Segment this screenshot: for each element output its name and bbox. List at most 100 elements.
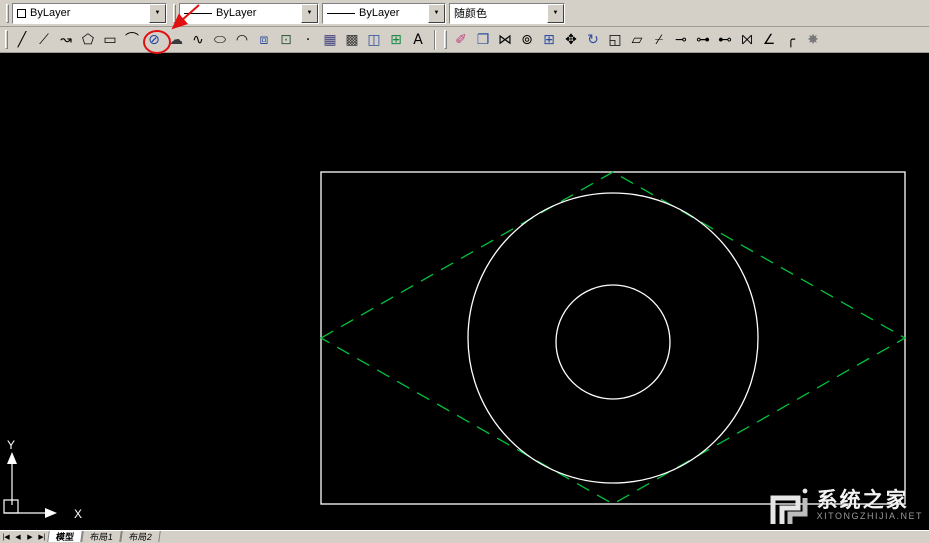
color-dropdown-arrow-icon[interactable]: ▼	[149, 3, 166, 23]
rotate-icon: ↻	[587, 31, 599, 48]
move-tool-button[interactable]: ✥	[560, 29, 582, 51]
table-icon: ⊞	[390, 31, 402, 48]
revision-cloud-icon: ☁	[169, 31, 183, 48]
watermark-subtitle: XITONGZHIJIA.NET	[816, 510, 923, 521]
ellipse-icon: ⬭	[214, 31, 226, 48]
color-control[interactable]: ByLayer ▼	[12, 2, 167, 24]
insert-block-tool-button[interactable]: ⧈	[253, 29, 275, 51]
table-tool-button[interactable]: ⊞	[385, 29, 407, 51]
circle-tool-button[interactable]: ⊘	[143, 29, 165, 51]
lineweight-control-value: ByLayer	[359, 7, 400, 19]
drawn-rectangle[interactable]	[320, 171, 906, 505]
scale-tool-button[interactable]: ◱	[604, 29, 626, 51]
modify-toolbar: ✐ ❐ ⋈ ⊚ ⊞ ✥ ↻ ◱ ▱ ⌿ ⊸ ⊶ ⊷ ⨝ ∠ ╭ ✸	[450, 29, 824, 51]
erase-icon: ✐	[455, 31, 467, 48]
watermark-title: 系统之家	[816, 488, 909, 512]
layout-tabbar: |◀ ◀ ▶ ▶| 模型 布局1 布局2	[0, 530, 929, 542]
toolbar-grip[interactable]	[5, 30, 8, 49]
make-block-tool-button[interactable]: ⊡	[275, 29, 297, 51]
construction-line-tool-button[interactable]: ⟋	[33, 29, 55, 51]
stretch-tool-button[interactable]: ▱	[626, 29, 648, 51]
ucs-icon: Y X	[3, 438, 82, 521]
drawn-outer-circle[interactable]	[467, 192, 759, 484]
copy-tool-button[interactable]: ❐	[472, 29, 494, 51]
arc-tool-button[interactable]: ⌒	[121, 29, 143, 51]
extend-icon: ⊸	[675, 31, 687, 48]
ellipse-arc-icon: ◠	[235, 31, 249, 48]
gradient-tool-button[interactable]: ▩	[341, 29, 363, 51]
lineweight-sample-icon	[327, 12, 355, 14]
plot-style-control[interactable]: 随颜色 ▼	[449, 2, 565, 24]
point-icon: ·	[305, 31, 311, 48]
chamfer-icon: ∠	[762, 31, 776, 48]
circle-icon: ⊘	[148, 31, 160, 48]
explode-icon: ✸	[807, 31, 819, 48]
tool-toolbars: ╱ ⟋ ↝ ⬠ ▭ ⌒ ⊘ ☁ ∿ ⬭ ◠ ⧈ ⊡ · ▦ ▩ ◫ ⊞ A ✐ ❐ ⋈ ⊚ ⊞ ✥ ↻ ◱ ▱ ⌿ ⊸ ⊶ ⊷ ⨝ ∠ ╭ ✸	[0, 27, 929, 53]
tab-layout2[interactable]: 布局2	[120, 531, 161, 542]
xitongzhijia-logo-icon	[770, 488, 808, 524]
mirror-tool-button[interactable]: ⋈	[494, 29, 516, 51]
polyline-icon: ↝	[60, 31, 72, 48]
drawing-area[interactable]: Y X 系统之家 XITONGZHIJIA.NET	[0, 53, 929, 530]
tab-nav-button-0[interactable]: |◀	[0, 531, 12, 542]
trim-tool-button[interactable]: ⌿	[648, 29, 670, 51]
tab-layout1[interactable]: 布局1	[81, 531, 122, 542]
polyline-tool-button[interactable]: ↝	[55, 29, 77, 51]
tab-nav-button-3[interactable]: ▶|	[36, 531, 48, 542]
tab-nav-button-1[interactable]: ◀	[12, 531, 24, 542]
fillet-tool-button[interactable]: ╭	[780, 29, 802, 51]
array-tool-button[interactable]: ⊞	[538, 29, 560, 51]
spline-tool-button[interactable]: ∿	[187, 29, 209, 51]
ellipse-tool-button[interactable]: ⬭	[209, 29, 231, 51]
extend-tool-button[interactable]: ⊸	[670, 29, 692, 51]
plot-style-control-value: 随颜色	[454, 8, 487, 20]
ellipse-arc-tool-button[interactable]: ◠	[231, 29, 253, 51]
color-swatch-icon	[17, 8, 26, 18]
point-tool-button[interactable]: ·	[297, 29, 319, 51]
tab-nav-button-2[interactable]: ▶	[24, 531, 36, 542]
polygon-icon: ⬠	[81, 31, 95, 48]
offset-tool-button[interactable]: ⊚	[516, 29, 538, 51]
rotate-tool-button[interactable]: ↻	[582, 29, 604, 51]
arc-icon: ⌒	[125, 31, 139, 48]
make-block-icon: ⊡	[280, 31, 292, 48]
join-tool-button[interactable]: ⨝	[736, 29, 758, 51]
polygon-tool-button[interactable]: ⬠	[77, 29, 99, 51]
drawn-inner-circle[interactable]	[555, 284, 671, 400]
hatch-tool-button[interactable]: ▦	[319, 29, 341, 51]
tab-nav: |◀ ◀ ▶ ▶|	[0, 531, 48, 542]
layout-tabs: 模型 布局1 布局2	[47, 531, 161, 542]
linetype-control[interactable]: ByLayer ▼	[179, 2, 319, 24]
toolbar-grip[interactable]	[444, 30, 447, 49]
break-at-point-icon: ⊶	[696, 31, 710, 48]
break-at-point-tool-button[interactable]: ⊶	[692, 29, 714, 51]
revision-cloud-tool-button[interactable]: ☁	[165, 29, 187, 51]
drawing-canvas-svg[interactable]: Y X	[0, 53, 929, 530]
linetype-control-value: ByLayer	[216, 7, 257, 19]
linetype-dropdown-arrow-icon[interactable]: ▼	[301, 3, 318, 23]
region-tool-button[interactable]: ◫	[363, 29, 385, 51]
erase-tool-button[interactable]: ✐	[450, 29, 472, 51]
watermark: 系统之家 XITONGZHIJIA.NET	[768, 484, 923, 526]
plot-style-dropdown-arrow-icon[interactable]: ▼	[547, 3, 564, 23]
copy-icon: ❐	[476, 31, 490, 48]
scale-icon: ◱	[608, 31, 622, 48]
line-tool-button[interactable]: ╱	[11, 29, 33, 51]
break-tool-button[interactable]: ⊷	[714, 29, 736, 51]
lineweight-dropdown-arrow-icon[interactable]: ▼	[428, 3, 445, 23]
toolbar-grip[interactable]	[173, 3, 176, 23]
chamfer-tool-button[interactable]: ∠	[758, 29, 780, 51]
tab-model[interactable]: 模型	[47, 531, 83, 542]
hatch-icon: ▦	[323, 31, 337, 48]
draw-toolbar: ╱ ⟋ ↝ ⬠ ▭ ⌒ ⊘ ☁ ∿ ⬭ ◠ ⧈ ⊡ · ▦ ▩ ◫ ⊞ A	[11, 29, 429, 51]
rectangle-tool-button[interactable]: ▭	[99, 29, 121, 51]
lineweight-control[interactable]: ByLayer ▼	[322, 2, 446, 24]
spline-icon: ∿	[192, 31, 204, 48]
drawn-dashed-diamond[interactable]	[319, 171, 907, 505]
gradient-icon: ▩	[345, 31, 359, 48]
multiline-text-tool-button[interactable]: A	[407, 29, 429, 51]
explode-tool-button[interactable]: ✸	[802, 29, 824, 51]
toolbar-grip[interactable]	[6, 3, 9, 23]
properties-toolbar: ByLayer ▼ ByLayer ▼ ByLayer ▼ 随颜色 ▼	[0, 0, 929, 27]
cad-application-window: { "properties_toolbar": { "color_control…	[0, 0, 929, 542]
